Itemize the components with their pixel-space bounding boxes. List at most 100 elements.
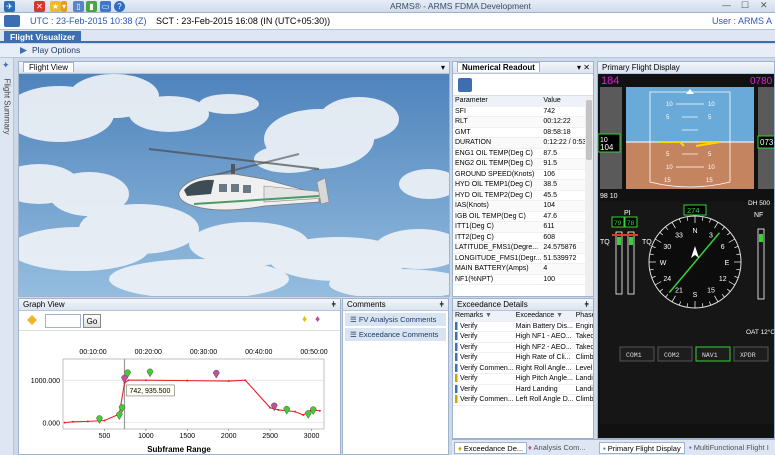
filter-icon[interactable]: ▼ bbox=[485, 312, 492, 319]
tab-multifunctional-flight[interactable]: ▪ MultiFunctional Flight I bbox=[689, 442, 769, 454]
minimize-button[interactable]: — bbox=[722, 0, 731, 10]
maximize-button[interactable]: ☐ bbox=[741, 0, 749, 11]
table-row[interactable]: IGB OIL TEMP(Deg C) 47.6 bbox=[453, 211, 593, 222]
table-row[interactable]: ▌Verify High Rate of Cli... Climb bbox=[453, 352, 593, 364]
flight-summary-tab[interactable]: Flight Summary bbox=[3, 74, 12, 140]
monitor-icon[interactable]: ▭ bbox=[100, 1, 111, 12]
document-icon[interactable]: ▯ bbox=[73, 1, 84, 12]
table-row[interactable]: LONGITUDE_FMS1(Degr... 51.539972 bbox=[453, 253, 593, 264]
speed-target: 184 bbox=[601, 75, 619, 87]
table-row[interactable]: SFI 742 bbox=[453, 106, 593, 117]
pink-marker-icon[interactable]: ♦ bbox=[315, 314, 320, 325]
compass-label: 24 bbox=[663, 276, 671, 283]
speed-readout-b: 104 bbox=[600, 143, 614, 152]
fv-analysis-comments-item[interactable]: ☰ FV Analysis Comments bbox=[345, 313, 446, 326]
parameter-cell: MAIN BATTERY(Amps) bbox=[453, 263, 542, 275]
data-point bbox=[71, 420, 74, 423]
lower-left-readout: 98 10 bbox=[600, 193, 618, 200]
exceedance-details-pane: Exceedance Details ǂ Remarks ▼ Exceedanc… bbox=[452, 298, 594, 439]
go-to-input[interactable] bbox=[45, 314, 81, 328]
numerical-readout-pane: Numerical Readout ▾ ✕ Parameter Value SFI… bbox=[452, 61, 594, 297]
go-button[interactable]: Go bbox=[83, 314, 101, 328]
table-row[interactable]: ENG2 OIL TEMP(Deg C) 91.5 bbox=[453, 158, 593, 170]
tab-exceedance-details[interactable]: ♦ Exceedance De... bbox=[454, 442, 528, 454]
table-row[interactable]: MAIN BATTERY(Amps) 4 bbox=[453, 263, 593, 275]
chevron-down-icon[interactable]: ▾ bbox=[577, 62, 581, 74]
tab-primary-flight-display[interactable]: ▪ Primary Flight Display bbox=[599, 442, 685, 454]
green-marker-icon[interactable]: ♦ bbox=[302, 314, 307, 325]
filter-icon[interactable]: ▼ bbox=[556, 312, 563, 319]
table-row[interactable]: ▌Verify Commen... Left Roll Angle D... Cli… bbox=[453, 394, 594, 406]
oat-readout: OAT 12°C bbox=[746, 328, 775, 336]
close-icon[interactable]: ✕ bbox=[583, 62, 590, 74]
tab-flight-view[interactable]: Flight View bbox=[23, 62, 74, 72]
table-row[interactable]: GMT 08:58:18 bbox=[453, 127, 593, 138]
table-row[interactable]: ▌Verify High Pitch Angle... Landi bbox=[453, 373, 593, 385]
table-row[interactable]: ▌Verify Hard Landing Landi bbox=[453, 384, 593, 395]
phase-cell: Climb bbox=[573, 394, 594, 406]
pi-value-1: 79 bbox=[614, 220, 622, 227]
close-window-button[interactable]: ✕ bbox=[760, 0, 768, 11]
table-row[interactable]: ▌Verify High NF2 - AEO... Takec bbox=[453, 342, 593, 353]
exceedance-comments-item[interactable]: ☰ Exceedance Comments bbox=[345, 328, 446, 341]
exceedance-cell: Left Roll Angle D... bbox=[513, 394, 574, 406]
table-row[interactable]: HYD OIL TEMP2(Deg C) 45.5 bbox=[453, 190, 593, 201]
play-options-button[interactable]: Play Options bbox=[32, 45, 80, 55]
time-status-bar: UTC : 23-Feb-2015 10:38 (Z) SCT : 23-Feb… bbox=[0, 13, 775, 30]
column-header[interactable]: Phase bbox=[573, 311, 593, 322]
x-tick-label: 2500 bbox=[262, 433, 278, 440]
favorites-star-icon[interactable]: ★ bbox=[50, 1, 61, 12]
top-time-label: 00:20:00 bbox=[135, 349, 162, 356]
column-header[interactable]: Exceedance ▼ bbox=[513, 311, 574, 322]
marker-icon[interactable] bbox=[27, 315, 37, 325]
table-row[interactable]: NF1(%NPT) 100 bbox=[453, 274, 593, 285]
table-row[interactable]: HYD OIL TEMP1(Deg C) 38.5 bbox=[453, 179, 593, 191]
tool-icon[interactable]: ▮ bbox=[86, 1, 97, 12]
pin-icon[interactable]: ǂ bbox=[584, 299, 589, 311]
dropdown-icon[interactable]: ▾ bbox=[61, 1, 67, 12]
tab-flight-visualizer[interactable]: Flight Visualizer bbox=[4, 31, 82, 43]
table-row[interactable]: RLT 00:12:22 bbox=[453, 116, 593, 128]
scrollbar[interactable] bbox=[585, 96, 593, 296]
tab-numerical-readout[interactable]: Numerical Readout bbox=[457, 62, 540, 72]
export-icon[interactable] bbox=[458, 78, 472, 92]
table-row[interactable]: ITT1(Deg C) 611 bbox=[453, 221, 593, 233]
app-home-icon[interactable] bbox=[4, 15, 20, 27]
column-header[interactable]: Remarks ▼ bbox=[453, 311, 514, 322]
subframe-chart[interactable]: Subframe Range 0.000 1000.000 500 1000 1500 2… bbox=[19, 331, 340, 455]
tab-analysis-comments[interactable]: ♦ Analysis Com... bbox=[526, 442, 596, 454]
pitch-label: 10 bbox=[708, 165, 715, 171]
pin-icon[interactable]: ✦ bbox=[2, 60, 10, 71]
exceedance-cell: High NF2 - AEO... bbox=[513, 342, 574, 353]
parameter-cell: ITT2(Deg C) bbox=[453, 232, 542, 243]
table-row[interactable]: ITT2(Deg C) 608 bbox=[453, 232, 593, 243]
help-icon[interactable]: ? bbox=[114, 1, 125, 12]
decision-height: DH 500 bbox=[748, 200, 770, 207]
table-row[interactable]: DURATION 0:12:22 / 0:53 bbox=[453, 137, 593, 149]
table-row[interactable]: ENG1 OIL TEMP(Deg C) 87.5 bbox=[453, 148, 593, 159]
table-row[interactable]: ▌Verify High NF1 - AEO... Takec bbox=[453, 331, 593, 343]
com1-label: COM1 bbox=[626, 352, 642, 359]
pitch-label: 10 bbox=[708, 102, 715, 108]
y-tick-label: 1000.000 bbox=[31, 378, 60, 385]
ground-area bbox=[626, 142, 754, 189]
table-row[interactable]: ▌Verify Main Battery Dis... Engin bbox=[453, 321, 593, 332]
pin-icon[interactable]: ǂ bbox=[439, 299, 444, 311]
chevron-down-icon[interactable]: ▾ bbox=[441, 62, 445, 74]
table-row[interactable]: GROUND SPEED(Knots) 106 bbox=[453, 169, 593, 180]
table-row[interactable]: ▌Verify Commen... Right Roll Angle... Leve… bbox=[453, 363, 593, 374]
scrollbar-thumb[interactable] bbox=[586, 100, 592, 160]
parameter-cell: DURATION bbox=[453, 137, 542, 149]
nf-bar bbox=[759, 234, 763, 242]
pin-icon[interactable]: ǂ bbox=[331, 299, 336, 311]
play-icon bbox=[20, 47, 27, 54]
comments-title: Comments bbox=[347, 300, 386, 309]
parameter-cell: GMT bbox=[453, 127, 542, 138]
primary-flight-display-pane: Primary Flight Display 184 0780 10 10 5 … bbox=[597, 61, 775, 439]
table-row[interactable]: LATITUDE_FMS1(Degre... 24.575876 bbox=[453, 242, 593, 254]
table-row[interactable]: IAS(Knots) 104 bbox=[453, 200, 593, 212]
parameter-cell: SFI bbox=[453, 106, 542, 117]
close-icon[interactable]: ✕ bbox=[34, 1, 45, 12]
column-header[interactable]: Parameter bbox=[453, 96, 542, 107]
data-point bbox=[127, 379, 130, 382]
